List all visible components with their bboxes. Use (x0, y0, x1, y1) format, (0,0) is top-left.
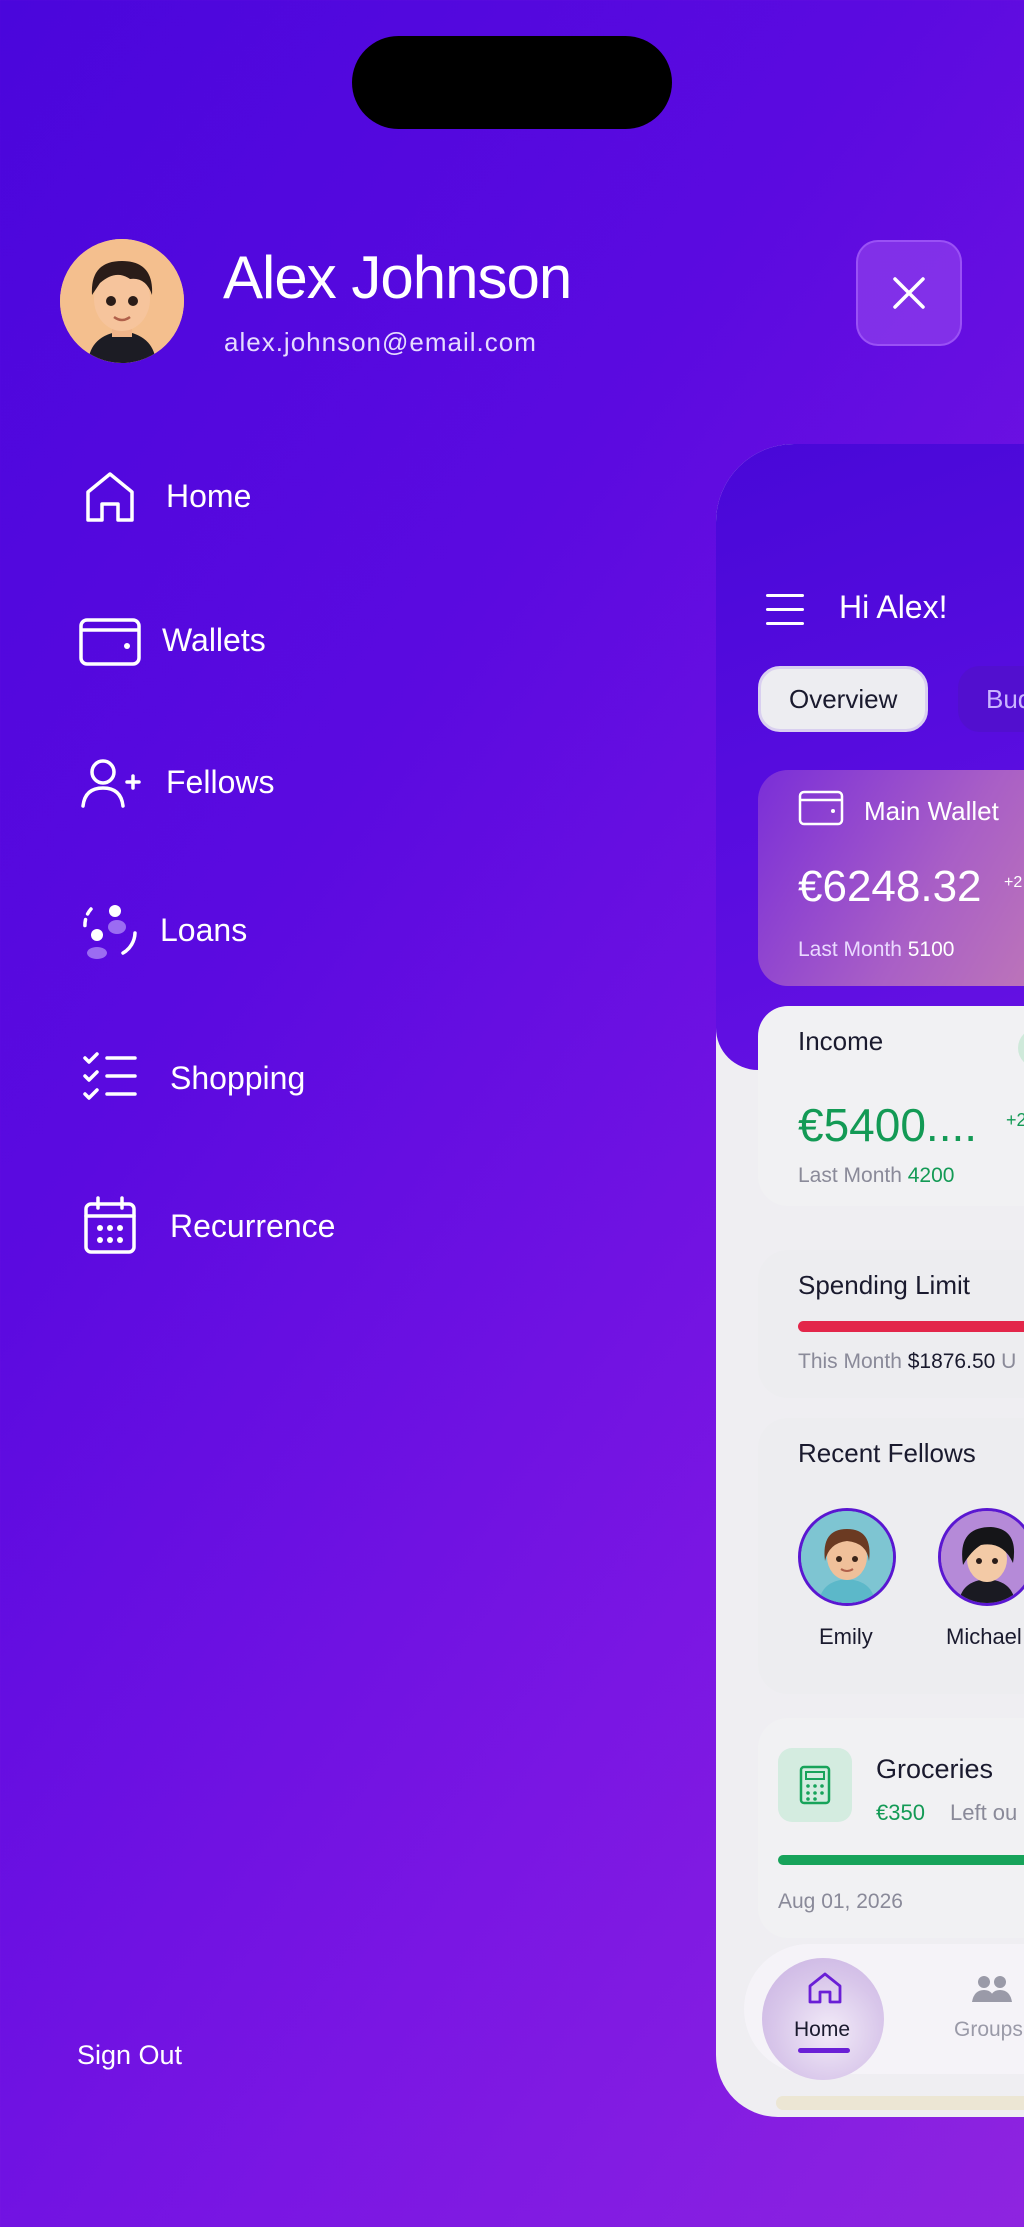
hamburger-menu-icon[interactable] (766, 594, 804, 626)
home-icon (72, 458, 148, 534)
wallet-last-month-value: 5100 (907, 938, 955, 961)
wallet-icon (798, 786, 844, 833)
recent-fellows-title: Recent Fellows (798, 1438, 976, 1468)
menu-item-shopping[interactable]: Shopping (72, 1038, 305, 1118)
income-title: Income (798, 1026, 884, 1056)
income-last-month: Last Month 4200 (798, 1164, 954, 1188)
groceries-left: Left ou (950, 1800, 1018, 1825)
app-preview[interactable]: Hi Alex! Overview Bud Main Wallet €6248.… (716, 444, 1024, 2117)
menu-label-shopping: Shopping (170, 1059, 306, 1096)
menu-label-wallets: Wallets (162, 621, 266, 658)
wallet-icon (72, 602, 148, 678)
nav-groups-label[interactable]: Groups (954, 2018, 1023, 2042)
income-last-month-label: Last Month (798, 1164, 902, 1187)
income-last-month-value: 4200 (907, 1164, 955, 1187)
close-icon (893, 277, 925, 309)
menu-label-home: Home (166, 477, 252, 514)
groceries-title: Groceries (876, 1754, 994, 1784)
menu-item-fellows[interactable]: Fellows (72, 742, 274, 822)
income-amount: €5400.... (798, 1099, 978, 1151)
menu-item-home[interactable]: Home (72, 456, 251, 536)
device-notch (352, 36, 672, 129)
calendar-icon (72, 1188, 148, 1264)
close-menu-button[interactable] (856, 240, 962, 346)
tab-budget[interactable]: Bud (958, 666, 1024, 732)
loans-icon (72, 892, 148, 968)
fellow-name-michael: Michael (946, 1624, 1022, 1649)
nav-active-indicator (798, 2048, 850, 2053)
spending-progress-bar (798, 1321, 1024, 1332)
user-email: alex.johnson@email.com (224, 327, 537, 357)
spending-trailing: U (1001, 1350, 1017, 1373)
income-change: +2 (1006, 1110, 1024, 1130)
menu-label-loans: Loans (160, 911, 248, 948)
home-indicator-strip (776, 2096, 1024, 2110)
calculator-icon (778, 1748, 852, 1822)
wallet-last-month-label: Last Month (798, 938, 902, 961)
add-user-icon (72, 744, 148, 820)
menu-item-recurrence[interactable]: Recurrence (72, 1186, 335, 1266)
menu-label-fellows: Fellows (166, 763, 275, 800)
wallet-title: Main Wallet (864, 796, 999, 826)
nav-home-label: Home (794, 2018, 851, 2041)
fellow-avatar-emily[interactable] (798, 1508, 896, 1606)
wallet-amount: €6248.32 (798, 862, 982, 911)
menu-item-wallets[interactable]: Wallets (72, 600, 266, 680)
wallet-change: +2 (1004, 874, 1023, 891)
home-icon (806, 1970, 844, 2011)
groceries-progress-bar (778, 1855, 1024, 1865)
groups-icon[interactable] (970, 1972, 1014, 2009)
wallet-last-month: Last Month 5100 (798, 938, 954, 962)
menu-item-loans[interactable]: Loans (72, 890, 247, 970)
fellow-name-emily: Emily (819, 1624, 873, 1649)
groceries-date: Aug 01, 2026 (778, 1890, 903, 1913)
spending-this-month-value: $1876.50 (907, 1350, 996, 1373)
user-name: Alex Johnson (223, 244, 572, 311)
spending-this-month: This Month $1876.50 U (798, 1350, 1016, 1374)
user-avatar (60, 239, 184, 363)
menu-label-recurrence: Recurrence (170, 1207, 336, 1244)
greeting: Hi Alex! (839, 589, 948, 625)
spending-limit-title: Spending Limit (798, 1270, 970, 1300)
spending-this-month-label: This Month (798, 1350, 902, 1373)
tab-overview[interactable]: Overview (758, 666, 929, 732)
sign-out-link[interactable]: Sign Out (77, 2040, 182, 2071)
groceries-amount: €350 (876, 1800, 925, 1825)
checklist-icon (72, 1040, 148, 1116)
